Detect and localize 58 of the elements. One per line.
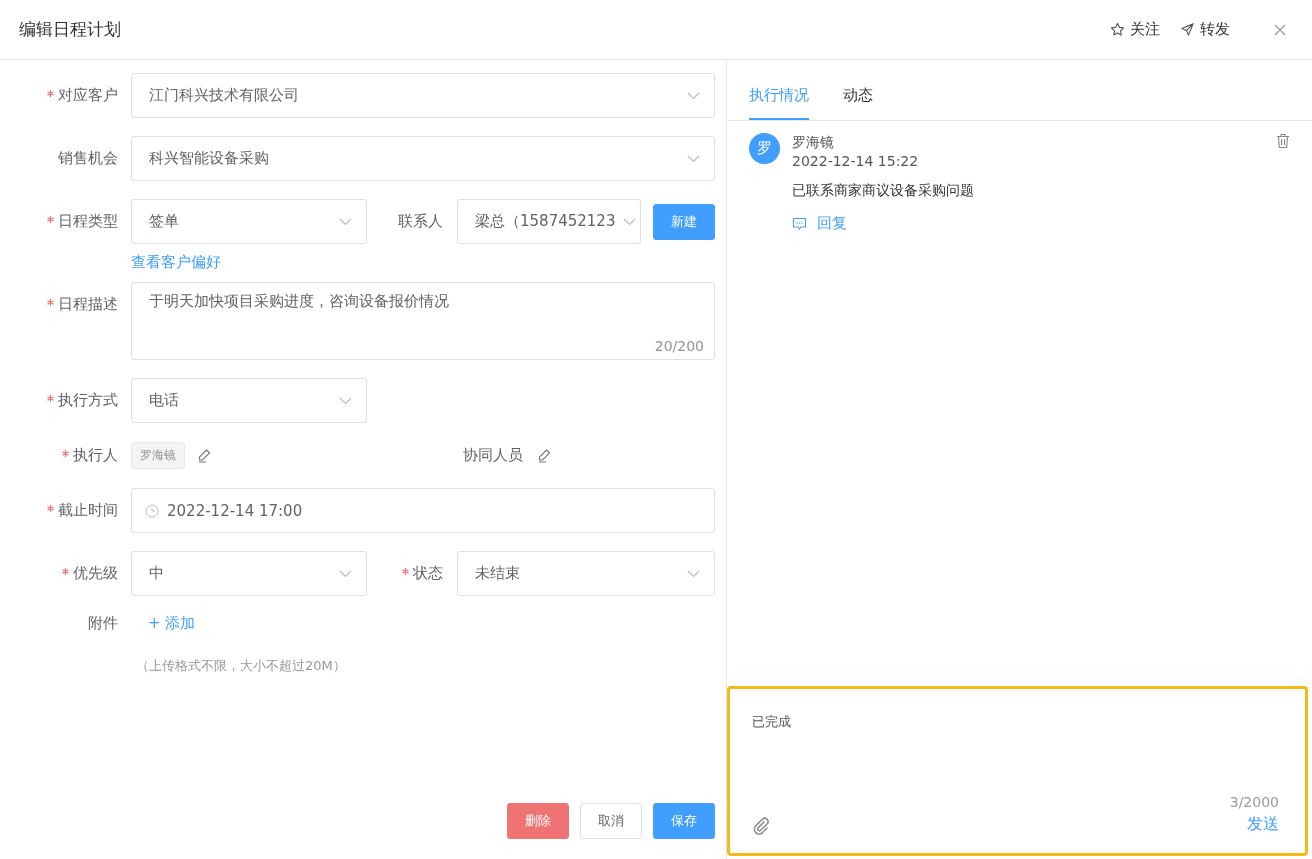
star-icon [1110,22,1125,37]
select-field[interactable]: 签单 [131,199,367,244]
paperclip-icon[interactable] [752,817,770,835]
select-field[interactable]: 江门科兴技术有限公司 [131,73,715,118]
tab[interactable]: 动态 [843,60,873,120]
required-icon [47,90,54,97]
select-field[interactable]: 电话 [131,378,367,423]
field-label: 日程类型 [0,212,131,231]
pencil-icon[interactable] [537,448,552,463]
upload-hint: （上传格式不限，大小不超过20M） [135,657,347,675]
forward-button[interactable]: 转发 [1180,20,1230,39]
required-icon [62,450,69,457]
person-tag: 罗海镜 [131,442,185,469]
trash-icon[interactable] [1276,133,1290,149]
chevron-down-icon [339,569,352,578]
comment-time: 2022-12-14 15:22 [792,152,919,171]
required-icon [47,395,54,402]
date-field[interactable]: 2022-12-14 17:00 [131,488,715,533]
required-icon [47,299,54,306]
select-field[interactable]: 科兴智能设备采购 [131,136,715,181]
field-label: 执行人 [0,446,131,465]
field-label: 销售机会 [57,149,119,168]
chevron-down-icon [687,154,700,163]
send-icon [1180,22,1195,37]
field-label: 日程描述 [0,282,131,314]
field-label: 协同人员 [462,446,524,465]
description-field[interactable]: 于明天加快项目采购进度，咨询设备报价情况 20/200 [131,282,715,360]
select-field[interactable]: 梁总（1587452123 [457,199,641,244]
required-icon [47,505,54,512]
avatar: 罗 [749,133,780,164]
field-label: 优先级 [0,564,131,583]
chevron-down-icon [339,396,352,405]
field-label: 执行方式 [0,391,131,410]
chevron-down-icon [687,569,700,578]
pencil-icon[interactable] [197,448,212,463]
comment-field[interactable]: 已完成 3/2000 发送 [727,686,1308,856]
field-label: 对应客户 [0,86,131,105]
chevron-down-icon [339,217,352,226]
cancel-button[interactable]: 取消 [580,803,642,839]
field-label: 联系人 [397,212,444,231]
chevron-down-icon [623,217,637,226]
comment-icon [792,216,807,231]
dialog-title: 编辑日程计划 [19,18,121,41]
select-field[interactable]: 中 [131,551,367,596]
field-label: 附件 [87,614,119,633]
author-name: 罗海镜 [792,133,834,152]
required-icon [62,568,69,575]
comment-text: 已联系商家商议设备采购问题 [792,182,974,200]
field-label: 状态 [367,564,457,583]
required-icon [47,216,54,223]
chevron-down-icon [687,91,700,100]
character-count: 3/2000 [1229,794,1279,810]
required-icon [402,568,409,575]
field-label: 截止时间 [0,501,131,520]
follow-button[interactable]: 关注 [1110,20,1160,39]
select-field[interactable]: 未结束 [457,551,715,596]
clock-icon [145,503,159,518]
close-icon[interactable] [1274,23,1286,36]
